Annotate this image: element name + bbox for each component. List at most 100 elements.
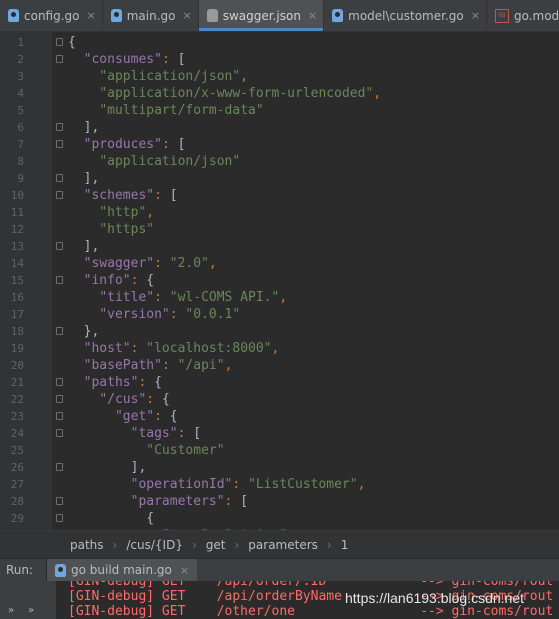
fold-marker-icon[interactable] [56, 38, 63, 46]
code-line: 5 "multipart/form-data" [0, 102, 559, 119]
close-icon[interactable]: × [182, 9, 191, 22]
code-token: : [146, 392, 162, 407]
code-token: "info" [83, 273, 131, 288]
code-text: "info": { [68, 272, 154, 289]
fold-marker-icon[interactable] [56, 191, 63, 199]
tab-swagger-json[interactable]: swagger.json × [198, 0, 325, 31]
fold-marker-icon[interactable] [56, 514, 63, 522]
code-editor[interactable]: 1{2 "consumes": [3 "application/json", 4 … [0, 32, 559, 530]
fold-marker-icon[interactable] [56, 327, 63, 335]
code-text: "version": "0.0.1" [68, 306, 240, 323]
code-token: , [271, 341, 280, 356]
code-text: "application/json" [68, 153, 240, 170]
line-number: 21 [10, 376, 24, 389]
breadcrumb-item[interactable]: parameters [248, 538, 318, 552]
breadcrumb-item[interactable]: 1 [341, 538, 349, 552]
tab-label: swagger.json [222, 8, 301, 23]
watermark: https://lan6193.blog.csdn.net [345, 590, 525, 606]
fold-marker-icon[interactable] [56, 140, 63, 148]
code-line: 8 "application/json" [0, 153, 559, 170]
fold-marker-icon[interactable] [56, 276, 63, 284]
fold-marker-icon[interactable] [56, 378, 63, 386]
fold-marker-icon[interactable] [56, 412, 63, 420]
breadcrumb-separator-icon: › [112, 537, 118, 552]
expand-icon[interactable]: » [8, 605, 14, 616]
code-token: "operationId" [130, 477, 233, 492]
code-text: "/cus": { [68, 391, 169, 408]
close-icon[interactable]: × [308, 9, 317, 22]
code-text: "get": { [68, 408, 178, 425]
fold-marker-icon[interactable] [56, 497, 63, 505]
breadcrumb-item[interactable]: /cus/{ID} [126, 538, 183, 552]
fold-marker-icon[interactable] [56, 174, 63, 182]
code-token: : [224, 494, 241, 509]
code-token: : [161, 137, 178, 152]
code-line: 21 "paths": { [0, 374, 559, 391]
run-config-tab[interactable]: go build main.go × [46, 559, 198, 581]
fold-marker-icon[interactable] [56, 123, 63, 131]
fold-marker-icon[interactable] [56, 242, 63, 250]
code-text: "consumes": [ [68, 51, 186, 68]
code-text: "host": "localhost:8000", [68, 340, 280, 357]
line-number: 3 [17, 70, 24, 83]
line-number: 17 [10, 308, 24, 321]
breadcrumb-separator-icon: › [234, 537, 240, 552]
line-number: 13 [10, 240, 24, 253]
fold-marker-icon[interactable] [56, 55, 63, 63]
fold-marker-icon[interactable] [56, 429, 63, 437]
console-line: [GIN-debug] GET /other/one --> gin-coms/… [68, 604, 554, 619]
console-line: [GIN-debug] GET /api/order/:ID --> gin-c… [68, 581, 554, 589]
code-token: ], [68, 171, 100, 186]
code-text: { [68, 34, 76, 51]
run-label: Run: [6, 563, 34, 577]
line-number: 7 [17, 138, 24, 151]
code-line: 14 "swagger": "2.0", [0, 255, 559, 272]
code-line: 1{ [0, 34, 559, 51]
tab-model-customer-go[interactable]: model\customer.go × [324, 0, 487, 31]
close-icon[interactable]: × [180, 564, 189, 577]
line-number: 22 [10, 393, 24, 406]
code-text: "parameters": [ [68, 493, 248, 510]
fold-marker-icon[interactable] [56, 463, 63, 471]
code-line: 23 "get": { [0, 408, 559, 425]
close-icon[interactable]: × [471, 9, 480, 22]
breadcrumb-item[interactable]: paths [70, 538, 104, 552]
tab-config-go[interactable]: config.go × [0, 0, 103, 31]
breadcrumb-item[interactable]: get [206, 538, 226, 552]
tab-main-go[interactable]: main.go × [103, 0, 199, 31]
code-line: 29 { [0, 510, 559, 527]
line-number: 11 [10, 206, 24, 219]
code-line: 9 ], [0, 170, 559, 187]
line-number: 18 [10, 325, 24, 338]
code-token: , [373, 86, 382, 101]
close-icon[interactable]: × [87, 9, 96, 22]
code-text: "http", [68, 204, 154, 221]
line-number: 19 [10, 342, 24, 355]
breadcrumb: paths › /cus/{ID} › get › parameters › 1 [0, 530, 559, 558]
more-actions-icon[interactable]: » [28, 605, 34, 616]
tab-label: model\customer.go [348, 8, 464, 23]
tab-label: config.go [24, 8, 80, 23]
fold-marker-icon[interactable] [56, 395, 63, 403]
tab-go-mod[interactable]: GO go.mod [487, 0, 559, 31]
code-token: : [154, 256, 170, 271]
breadcrumb-separator-icon: › [326, 537, 332, 552]
code-line: 10 "schemes": [ [0, 187, 559, 204]
code-line: 20 "basePath": "/api", [0, 357, 559, 374]
code-text: ], [68, 119, 100, 136]
code-token: : [161, 52, 178, 67]
code-token: "https" [99, 222, 155, 237]
go-file-icon [55, 563, 66, 577]
code-token: "consumes" [83, 52, 162, 67]
